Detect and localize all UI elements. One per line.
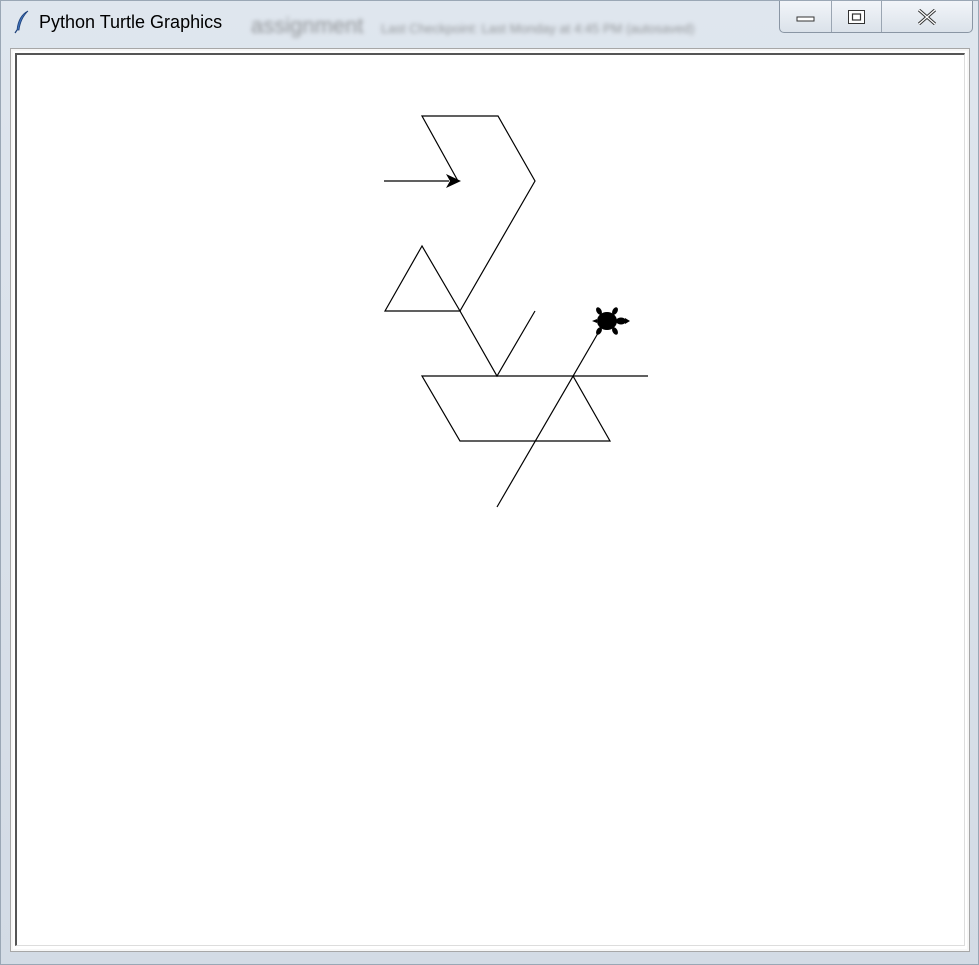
window-controls bbox=[779, 1, 973, 33]
turtle-icon bbox=[592, 307, 630, 335]
turtle-canvas[interactable] bbox=[15, 53, 965, 946]
close-icon bbox=[917, 8, 937, 25]
drawing-parallelogram bbox=[420, 375, 648, 442]
drawing-zigzag-line bbox=[420, 115, 536, 378]
maximize-button[interactable] bbox=[832, 1, 882, 32]
turtle-drawing bbox=[383, 115, 648, 508]
drawing-small-triangle bbox=[383, 244, 462, 312]
close-button[interactable] bbox=[882, 1, 972, 32]
minimize-icon bbox=[796, 16, 814, 21]
title-bar[interactable]: assignment Last Checkpoint: Last Monday … bbox=[1, 1, 979, 45]
minimize-button[interactable] bbox=[780, 1, 832, 32]
drawing-diagonal-line bbox=[496, 327, 602, 508]
window-title: Python Turtle Graphics bbox=[39, 12, 223, 32]
background-title-text: assignment bbox=[251, 13, 364, 38]
turtle-graphics-window: assignment Last Checkpoint: Last Monday … bbox=[0, 0, 979, 965]
maximize-icon bbox=[847, 9, 865, 24]
feather-icon bbox=[14, 10, 29, 34]
background-checkpoint-text: Last Checkpoint: Last Monday at 4:45 PM … bbox=[381, 21, 695, 36]
